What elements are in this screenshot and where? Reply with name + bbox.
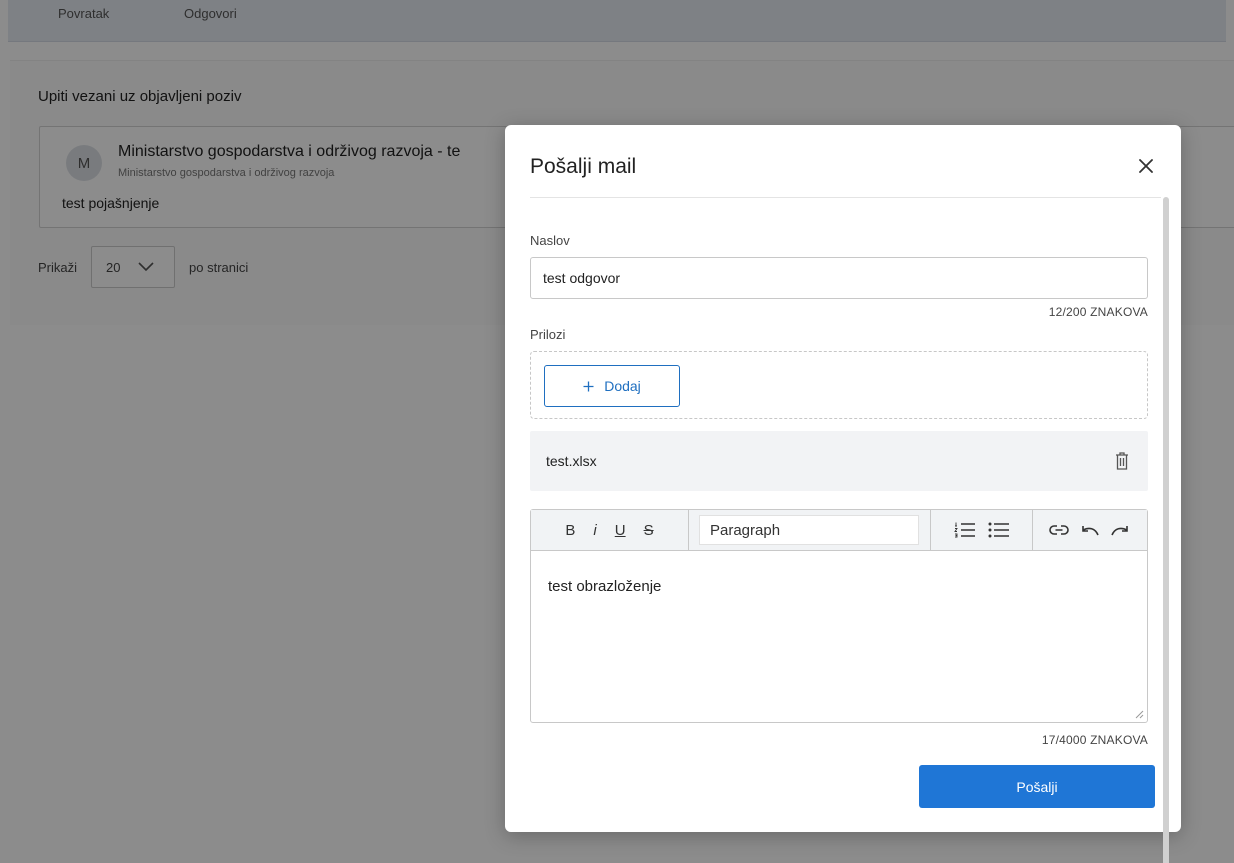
rich-text-editor[interactable]: B i U S Paragraph test obrazloženje [530, 509, 1148, 723]
modal-divider [530, 197, 1161, 198]
undo-icon [1082, 526, 1099, 536]
bold-button[interactable]: B [565, 516, 575, 544]
resize-handle-icon[interactable] [1135, 710, 1144, 719]
close-icon [1139, 159, 1153, 173]
format-group: B i U S [531, 510, 689, 550]
send-button[interactable]: Pošalji [919, 765, 1155, 808]
list-group [931, 510, 1033, 550]
add-attachment-label: Dodaj [604, 378, 641, 394]
attachment-item: test.xlsx [530, 431, 1148, 491]
link-history-group [1033, 510, 1145, 550]
bullet-list-button[interactable] [988, 516, 1010, 544]
bullet-list-icon [988, 522, 1009, 538]
link-button[interactable] [1049, 516, 1069, 544]
subject-counter: 12/200 ZNAKOVA [1048, 305, 1148, 319]
body-counter: 17/4000 ZNAKOVA [1041, 733, 1148, 747]
attachments-label: Prilozi [530, 327, 566, 342]
numbered-list-icon [953, 522, 975, 538]
redo-icon [1111, 526, 1128, 536]
trash-icon [1116, 452, 1128, 470]
italic-button[interactable]: i [593, 516, 596, 544]
undo-button[interactable] [1081, 516, 1099, 544]
close-button[interactable] [1133, 153, 1159, 179]
link-icon [1049, 525, 1069, 535]
delete-attachment-button[interactable] [1112, 450, 1132, 472]
strikethrough-button[interactable]: S [644, 516, 654, 544]
underline-button[interactable]: U [615, 516, 626, 544]
block-format-select[interactable]: Paragraph [699, 515, 919, 545]
subject-input[interactable] [530, 257, 1148, 299]
editor-content[interactable]: test obrazloženje [548, 578, 661, 595]
block-format-group: Paragraph [689, 510, 931, 550]
subject-label: Naslov [530, 233, 570, 248]
modal-title: Pošalji mail [530, 155, 637, 178]
redo-button[interactable] [1111, 516, 1129, 544]
numbered-list-button[interactable] [953, 516, 976, 544]
attachment-file-name: test.xlsx [546, 453, 597, 469]
add-attachment-button[interactable]: Dodaj [544, 365, 680, 407]
plus-icon [583, 381, 594, 391]
modal-scrollbar[interactable] [1163, 197, 1169, 863]
send-mail-modal: Pošalji mail Naslov 12/200 ZNAKOVA Prilo… [505, 125, 1181, 863]
editor-toolbar: B i U S Paragraph [531, 510, 1147, 551]
attachments-dropzone[interactable]: Dodaj [530, 351, 1148, 419]
